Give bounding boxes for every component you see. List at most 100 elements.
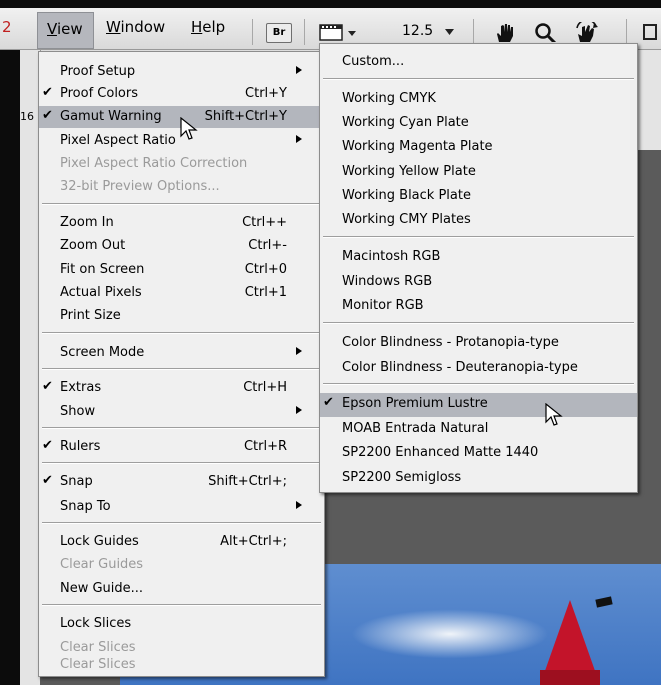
menu-item-screen-mode[interactable]: Screen Mode — [39, 342, 324, 364]
submenu-item-working-cmyk[interactable]: Working CMYK — [320, 88, 637, 110]
submenu-item-deuteranopia[interactable]: Color Blindness - Deuteranopia-type — [320, 357, 637, 379]
menu-item-lock-slices[interactable]: Lock Slices — [39, 613, 324, 635]
menu-item-label: Print Size — [60, 308, 121, 323]
menu-item-label: Zoom Out — [60, 238, 126, 253]
zoom-level-dropdown[interactable]: 12.5 — [399, 22, 459, 42]
menu-help-label: elp — [202, 18, 226, 36]
proof-setup-submenu: Custom... Working CMYK Working Cyan Plat… — [319, 43, 638, 493]
menu-separator — [323, 78, 634, 80]
zoom-tool-icon[interactable] — [534, 22, 558, 42]
menu-window-label: indow — [120, 18, 166, 36]
menu-item-label: 32-bit Preview Options... — [60, 179, 220, 194]
menu-view[interactable]: View — [37, 12, 94, 49]
bridge-button[interactable]: Br — [266, 23, 292, 43]
submenu-item-monitor-rgb[interactable]: Monitor RGB — [320, 295, 637, 317]
submenu-item-working-cmy-plates[interactable]: Working CMY Plates — [320, 209, 637, 231]
submenu-item-macintosh-rgb[interactable]: Macintosh RGB — [320, 246, 637, 268]
submenu-item-working-yellow-plate[interactable]: Working Yellow Plate — [320, 161, 637, 183]
menu-item-32bit-preview-options: 32-bit Preview Options... — [39, 176, 324, 198]
menu-item-label: Color Blindness - Deuteranopia-type — [342, 360, 578, 375]
submenu-item-working-magenta-plate[interactable]: Working Magenta Plate — [320, 136, 637, 158]
menu-separator — [42, 462, 321, 464]
menu-item-fit-on-screen[interactable]: Fit on Screen Ctrl+0 — [39, 259, 324, 281]
submenu-item-sp2200-semigloss[interactable]: SP2200 Semigloss — [320, 467, 637, 489]
ruler-number: 16 — [20, 110, 34, 123]
menu-item-label: Working CMY Plates — [342, 212, 471, 227]
menu-item-label: Macintosh RGB — [342, 249, 441, 264]
submenu-arrow-icon — [296, 501, 302, 509]
menu-item-label: Windows RGB — [342, 274, 433, 289]
hand-tool-icon[interactable] — [493, 22, 517, 42]
partial-menu-item: 2 — [2, 18, 12, 36]
menu-item-proof-colors[interactable]: ✔ Proof Colors Ctrl+Y — [39, 83, 324, 105]
submenu-item-protanopia[interactable]: Color Blindness - Protanopia-type — [320, 332, 637, 354]
menu-item-label: Working Black Plate — [342, 188, 471, 203]
menu-item-rulers[interactable]: ✔ Rulers Ctrl+R — [39, 436, 324, 458]
submenu-item-sp2200-enhanced-matte[interactable]: SP2200 Enhanced Matte 1440 — [320, 442, 637, 464]
photo-tower-base — [540, 670, 600, 685]
mouse-cursor-icon — [180, 117, 198, 140]
menu-separator — [42, 368, 321, 370]
menu-item-zoom-out[interactable]: Zoom Out Ctrl+- — [39, 235, 324, 257]
menu-item-clear-guides: Clear Guides — [39, 554, 324, 576]
menu-item-show[interactable]: Show — [39, 401, 324, 423]
menu-item-zoom-in[interactable]: Zoom In Ctrl++ — [39, 212, 324, 234]
submenu-item-working-black-plate[interactable]: Working Black Plate — [320, 185, 637, 207]
menu-item-shortcut: Ctrl+1 — [244, 285, 287, 300]
submenu-item-custom[interactable]: Custom... — [320, 51, 637, 73]
submenu-item-working-cyan-plate[interactable]: Working Cyan Plate — [320, 112, 637, 134]
menu-help-mnemonic: H — [191, 18, 203, 36]
menu-view-mnemonic: V — [47, 20, 57, 38]
checkmark-icon: ✔ — [42, 379, 53, 394]
menu-item-label: Pixel Aspect Ratio — [60, 133, 176, 148]
menu-item-lock-guides[interactable]: Lock Guides Alt+Ctrl+; — [39, 531, 324, 553]
menu-item-clear-slices-duplicate: Clear Slices — [39, 654, 324, 676]
checkmark-icon: ✔ — [323, 395, 334, 410]
menu-view-label: iew — [56, 20, 83, 38]
menu-separator — [42, 427, 321, 429]
menu-separator — [323, 383, 634, 385]
menu-item-label: Fit on Screen — [60, 262, 145, 277]
menu-item-shortcut: Ctrl+R — [243, 439, 287, 454]
submenu-item-epson-premium-lustre[interactable]: ✔ Epson Premium Lustre — [320, 393, 637, 417]
toolbar-separator — [304, 19, 305, 45]
menu-item-extras[interactable]: ✔ Extras Ctrl+H — [39, 377, 324, 399]
menu-item-snap-to[interactable]: Snap To — [39, 496, 324, 518]
zoom-level-value: 12.5 — [402, 23, 434, 39]
menu-window-mnemonic: W — [106, 18, 121, 36]
menu-item-label: Clear Slices — [60, 640, 136, 655]
menu-item-label: Working Cyan Plate — [342, 115, 469, 130]
menu-separator — [42, 604, 321, 606]
toolbar-separator — [626, 19, 627, 45]
checkmark-icon: ✔ — [42, 473, 53, 488]
submenu-arrow-icon — [296, 406, 302, 414]
menu-item-print-size[interactable]: Print Size — [39, 305, 324, 327]
menu-item-shortcut: Ctrl+H — [243, 380, 287, 395]
submenu-item-windows-rgb[interactable]: Windows RGB — [320, 271, 637, 293]
menu-separator — [42, 332, 321, 334]
menu-item-label: Working Magenta Plate — [342, 139, 493, 154]
chevron-down-icon — [445, 29, 454, 35]
submenu-item-moab-entrada-natural[interactable]: MOAB Entrada Natural — [320, 418, 637, 440]
menu-item-label: Gamut Warning — [60, 109, 162, 124]
toolbar-separator — [252, 19, 253, 45]
menu-item-label: Color Blindness - Protanopia-type — [342, 335, 559, 350]
menu-item-new-guide[interactable]: New Guide... — [39, 578, 324, 600]
screen-mode-button[interactable] — [318, 22, 362, 42]
view-menu: Proof Setup ✔ Proof Colors Ctrl+Y ✔ Gamu… — [38, 51, 325, 677]
menu-item-label: MOAB Entrada Natural — [342, 421, 489, 436]
rotate-view-icon[interactable] — [574, 22, 602, 42]
menu-item-label: Clear Slices — [60, 657, 136, 672]
menu-item-proof-setup[interactable]: Proof Setup — [39, 61, 324, 83]
menu-item-snap[interactable]: ✔ Snap Shift+Ctrl+; — [39, 471, 324, 493]
checkmark-icon: ✔ — [42, 438, 53, 453]
menu-help[interactable]: Help — [191, 18, 225, 36]
menu-item-actual-pixels[interactable]: Actual Pixels Ctrl+1 — [39, 282, 324, 304]
menu-item-label: Actual Pixels — [60, 285, 142, 300]
menu-window[interactable]: Window — [106, 18, 165, 36]
menu-separator — [323, 236, 634, 238]
menu-item-label: Show — [60, 404, 96, 419]
submenu-arrow-icon — [296, 135, 302, 143]
arrange-documents-icon[interactable] — [643, 24, 657, 40]
menu-item-shortcut: Shift+Ctrl+Y — [204, 109, 287, 124]
